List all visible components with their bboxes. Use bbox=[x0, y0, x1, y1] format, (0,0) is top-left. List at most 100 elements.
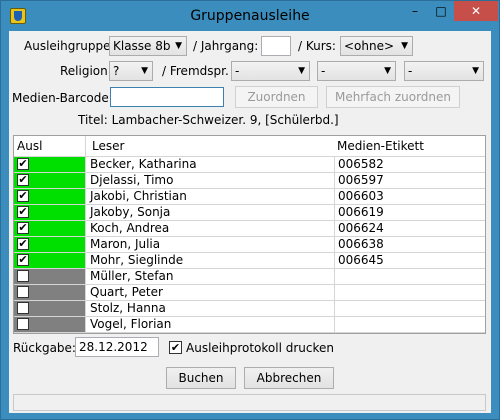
mehrfach-zuordnen-button[interactable]: Mehrfach zuordnen bbox=[326, 86, 460, 108]
leser-cell: Vogel, Florian bbox=[90, 317, 172, 331]
table-row[interactable]: Müller, Stefan bbox=[14, 269, 485, 285]
fremdspr-label: / Fremdspr. bbox=[162, 64, 229, 78]
fremdspr-value-3: - bbox=[408, 64, 413, 78]
ausl-cell bbox=[14, 285, 85, 300]
religion-select[interactable]: ? ▼ bbox=[109, 61, 153, 81]
abbrechen-button[interactable]: Abbrechen bbox=[244, 367, 334, 389]
status-bar bbox=[13, 394, 486, 411]
chevron-down-icon: ▼ bbox=[298, 66, 305, 76]
title-bar[interactable]: Gruppenausleihe – □ ✕ bbox=[1, 1, 499, 31]
ausleihgruppe-value: Klasse 8b bbox=[113, 39, 171, 53]
etikett-cell: 006645 bbox=[334, 253, 384, 268]
etikett-cell bbox=[334, 269, 338, 284]
etikett-cell bbox=[334, 317, 338, 332]
ausl-checkbox[interactable] bbox=[17, 286, 29, 298]
rueckgabe-label: Rückgabe: bbox=[13, 341, 76, 355]
jahrgang-input[interactable] bbox=[261, 36, 291, 56]
etikett-cell: 006582 bbox=[334, 157, 384, 172]
ausl-checkbox[interactable]: ✔ bbox=[17, 190, 29, 202]
kurs-value: <ohne> bbox=[344, 39, 395, 53]
titel-text: Titel: Lambacher-Schweizer. 9, [Schülerb… bbox=[78, 113, 339, 127]
etikett-cell bbox=[334, 285, 338, 300]
table-row[interactable]: ✔ Becker, Katharina 006582 bbox=[14, 157, 485, 173]
leser-cell: Becker, Katharina bbox=[90, 157, 197, 171]
col-leser-header[interactable]: Leser bbox=[92, 139, 124, 153]
ausl-checkbox[interactable] bbox=[17, 318, 29, 330]
ausl-checkbox[interactable]: ✔ bbox=[17, 174, 29, 186]
ausl-checkbox[interactable] bbox=[17, 270, 29, 282]
ausl-cell: ✔ bbox=[14, 237, 85, 252]
table-row[interactable]: ✔ Djelassi, Timo 006597 bbox=[14, 173, 485, 189]
table-row[interactable]: ✔ Jakoby, Sonja 006619 bbox=[14, 205, 485, 221]
leser-cell: Mohr, Sieglinde bbox=[90, 253, 184, 267]
ausl-cell bbox=[14, 301, 85, 316]
ausl-checkbox[interactable]: ✔ bbox=[17, 238, 29, 250]
dialog-window: Gruppenausleihe – □ ✕ Ausleihgruppe: Kla… bbox=[0, 0, 500, 420]
ausl-cell bbox=[14, 317, 85, 332]
close-button[interactable]: ✕ bbox=[454, 1, 498, 21]
etikett-cell: 006638 bbox=[334, 237, 384, 252]
table-row[interactable]: Stolz, Hanna bbox=[14, 301, 485, 317]
chevron-down-icon: ▼ bbox=[384, 66, 391, 76]
kurs-select[interactable]: <ohne> ▼ bbox=[340, 36, 413, 56]
fremdspr-value-1: - bbox=[235, 64, 240, 78]
minimize-button[interactable]: – bbox=[402, 1, 428, 21]
leser-cell: Djelassi, Timo bbox=[90, 173, 174, 187]
leser-cell: Maron, Julia bbox=[90, 237, 161, 251]
jahrgang-label: / Jahrgang: bbox=[193, 39, 259, 53]
table-row[interactable]: ✔ Maron, Julia 006638 bbox=[14, 237, 485, 253]
etikett-cell: 006624 bbox=[334, 221, 384, 236]
table-row[interactable]: ✔ Jakobi, Christian 006603 bbox=[14, 189, 485, 205]
chevron-down-icon: ▼ bbox=[472, 66, 479, 76]
table-row[interactable]: Quart, Peter bbox=[14, 285, 485, 301]
ausl-cell: ✔ bbox=[14, 189, 85, 204]
barcode-input[interactable] bbox=[110, 87, 224, 107]
col-etikett-header[interactable]: Medien-Etikett bbox=[337, 139, 424, 153]
ausleihgruppe-select[interactable]: Klasse 8b ▼ bbox=[109, 36, 187, 56]
zuordnen-button[interactable]: Zuordnen bbox=[235, 86, 318, 108]
table-row[interactable]: Vogel, Florian bbox=[14, 317, 485, 333]
religion-value: ? bbox=[113, 64, 120, 78]
ausl-cell: ✔ bbox=[14, 157, 85, 172]
leser-cell: Quart, Peter bbox=[90, 285, 163, 299]
ausl-checkbox[interactable]: ✔ bbox=[17, 254, 29, 266]
ausl-checkbox[interactable]: ✔ bbox=[17, 222, 29, 234]
etikett-cell: 006619 bbox=[334, 205, 384, 220]
maximize-button[interactable]: □ bbox=[428, 1, 454, 21]
dialog-body: Ausleihgruppe: Klasse 8b ▼ / Jahrgang: /… bbox=[9, 31, 491, 413]
religion-label: Religion: bbox=[60, 64, 112, 78]
loan-table[interactable]: Ausl Leser Medien-Etikett ✔ Becker, Katha… bbox=[13, 135, 486, 334]
table-row[interactable]: ✔ Koch, Andrea 006624 bbox=[14, 221, 485, 237]
ausl-checkbox[interactable] bbox=[17, 302, 29, 314]
ausl-cell bbox=[14, 269, 85, 284]
kurs-label: / Kurs: bbox=[298, 39, 336, 53]
fremdspr-select-3[interactable]: - ▼ bbox=[404, 61, 484, 81]
chevron-down-icon: ▼ bbox=[401, 41, 408, 51]
protokoll-label[interactable]: Ausleihprotokoll drucken bbox=[186, 341, 334, 355]
col-ausl-header[interactable]: Ausl bbox=[17, 139, 42, 153]
leser-cell: Jakoby, Sonja bbox=[90, 205, 171, 219]
leser-cell: Jakobi, Christian bbox=[90, 189, 187, 203]
fremdspr-value-2: - bbox=[321, 64, 326, 78]
leser-cell: Müller, Stefan bbox=[90, 269, 174, 283]
etikett-cell bbox=[334, 301, 338, 316]
ausl-checkbox[interactable]: ✔ bbox=[17, 206, 29, 218]
leser-cell: Koch, Andrea bbox=[90, 221, 170, 235]
ausl-cell: ✔ bbox=[14, 205, 85, 220]
protokoll-checkbox[interactable]: ✔ bbox=[169, 341, 182, 354]
chevron-down-icon: ▼ bbox=[175, 41, 182, 51]
ausl-cell: ✔ bbox=[14, 253, 85, 268]
buchen-button[interactable]: Buchen bbox=[166, 367, 236, 389]
etikett-cell: 006597 bbox=[334, 173, 384, 188]
chevron-down-icon: ▼ bbox=[141, 66, 148, 76]
ausl-checkbox[interactable]: ✔ bbox=[17, 158, 29, 170]
etikett-cell: 006603 bbox=[334, 189, 384, 204]
ausleihgruppe-label: Ausleihgruppe: bbox=[24, 39, 115, 53]
rueckgabe-date-input[interactable]: 28.12.2012 bbox=[75, 337, 159, 357]
fremdspr-select-2[interactable]: - ▼ bbox=[317, 61, 396, 81]
ausl-cell: ✔ bbox=[14, 221, 85, 236]
fremdspr-select-1[interactable]: - ▼ bbox=[231, 61, 310, 81]
ausl-cell: ✔ bbox=[14, 173, 85, 188]
table-row[interactable]: ✔ Mohr, Sieglinde 006645 bbox=[14, 253, 485, 269]
leser-cell: Stolz, Hanna bbox=[90, 301, 166, 315]
